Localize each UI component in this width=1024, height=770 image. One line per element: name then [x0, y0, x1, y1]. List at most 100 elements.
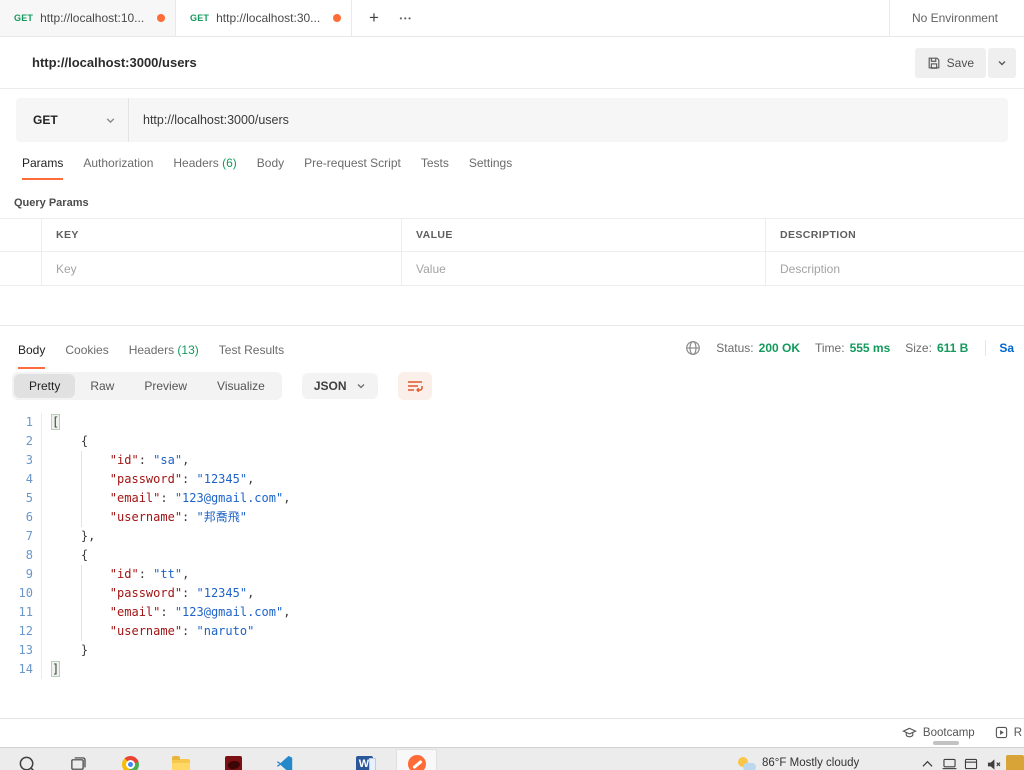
query-params-heading: Query Params: [14, 197, 89, 209]
taskbar-search-icon[interactable]: [16, 753, 38, 770]
request-tab-title: http://localhost:30...: [216, 11, 321, 25]
code-text: }: [80, 643, 89, 657]
tab-settings[interactable]: Settings: [459, 156, 522, 180]
line-number: 14: [0, 660, 42, 679]
response-tab-cookies[interactable]: Cookies: [55, 343, 118, 369]
format-dropdown[interactable]: JSON: [301, 373, 378, 399]
wrap-line-icon: [407, 379, 423, 393]
status-value: 200 OK: [758, 340, 800, 355]
request-tab-1[interactable]: GET http://localhost:10...: [0, 0, 176, 36]
workspace-tab-bar: GET http://localhost:10... GET http://lo…: [0, 0, 1024, 37]
vscode-icon[interactable]: [274, 753, 296, 770]
save-button[interactable]: Save: [914, 47, 986, 78]
line-number: 9: [0, 565, 42, 584]
weather-text[interactable]: 86°F Mostly cloudy: [762, 757, 859, 769]
status-label: Status:: [716, 340, 754, 355]
task-view-icon[interactable]: [66, 753, 88, 770]
tray-window-icon[interactable]: [960, 753, 982, 770]
runner-button[interactable]: R: [985, 726, 1022, 739]
more-tabs-button[interactable]: •••: [392, 5, 420, 31]
wrap-line-button[interactable]: [397, 372, 432, 400]
response-tab-headers[interactable]: Headers (13): [119, 343, 209, 369]
column-header-key: KEY: [56, 229, 79, 241]
save-button-label: Save: [946, 55, 974, 70]
request-tab-2[interactable]: GET http://localhost:30...: [176, 0, 352, 36]
environment-label: No Environment: [911, 11, 998, 25]
volume-muted-icon[interactable]: [982, 753, 1004, 770]
globe-icon[interactable]: [685, 340, 701, 356]
chevron-down-icon: [997, 58, 1007, 68]
new-tab-button[interactable]: +: [360, 5, 388, 31]
view-preview[interactable]: Preview: [129, 374, 202, 398]
response-headers-count-badge: (13): [177, 343, 199, 357]
query-params-table: KEY VALUE DESCRIPTION: [0, 218, 1024, 286]
tab-headers[interactable]: Headers (6): [163, 156, 246, 180]
graduation-cap-icon: [901, 727, 917, 739]
response-toolbar: Pretty Raw Preview Visualize JSON: [0, 369, 1024, 408]
code-text: "username": "naruto": [42, 622, 254, 641]
code-text: },: [80, 529, 96, 543]
windows-taskbar: W 86°F Mostly cloudy: [0, 747, 1024, 770]
code-line: 4 "password": "12345",: [0, 470, 1024, 489]
table-row: [0, 252, 1024, 285]
view-pretty[interactable]: Pretty: [14, 374, 76, 398]
horizontal-scrollbar-thumb[interactable]: [933, 741, 959, 745]
app-footer: Bootcamp R: [0, 718, 1024, 746]
view-raw[interactable]: Raw: [75, 374, 129, 398]
time-badge: Time: 555 ms: [815, 341, 890, 355]
code-line: 7 },: [0, 527, 1024, 546]
url-input[interactable]: [129, 113, 1008, 127]
code-line: 6 "username": "邦喬飛": [0, 508, 1024, 527]
file-explorer-icon[interactable]: [170, 753, 192, 770]
time-label: Time:: [815, 340, 845, 355]
code-text: [: [52, 415, 60, 429]
response-tab-test-results[interactable]: Test Results: [209, 343, 294, 369]
response-body-code[interactable]: 1[2 {3 "id": "sa", 4 "password": "12345",…: [0, 413, 1024, 679]
method-dropdown[interactable]: GET: [16, 98, 128, 142]
param-description-input[interactable]: [780, 261, 1010, 276]
tray-chevron-up-icon[interactable]: [916, 753, 938, 770]
line-number: 11: [0, 603, 42, 622]
param-value-input[interactable]: [416, 261, 751, 276]
unsaved-changes-dot: [333, 14, 341, 22]
postman-window: GET http://localhost:10... GET http://lo…: [0, 0, 1024, 770]
view-visualize[interactable]: Visualize: [202, 374, 280, 398]
postman-icon[interactable]: [406, 753, 428, 770]
headers-count-badge: (6): [222, 156, 237, 170]
response-section-tabs: Body Cookies Headers (13) Test Results: [8, 326, 294, 369]
line-number: 8: [0, 546, 42, 565]
chrome-icon[interactable]: [119, 753, 141, 770]
tray-device-icon[interactable]: [938, 753, 960, 770]
size-value: 611 B: [936, 340, 969, 355]
code-text: ]: [52, 662, 60, 676]
bootcamp-button[interactable]: Bootcamp: [892, 727, 985, 739]
code-text: {: [80, 548, 89, 562]
tab-tests[interactable]: Tests: [411, 156, 459, 180]
save-options-button[interactable]: [988, 47, 1016, 78]
save-icon: [927, 56, 941, 70]
code-line: 12 "username": "naruto": [0, 622, 1024, 641]
red-app-icon[interactable]: [222, 753, 244, 770]
code-line: 13 }: [0, 641, 1024, 660]
tab-body[interactable]: Body: [247, 156, 294, 180]
response-tab-body[interactable]: Body: [8, 343, 55, 369]
weather-icon[interactable]: [736, 753, 758, 770]
tab-params[interactable]: Params: [12, 156, 73, 180]
save-response-button[interactable]: Sa: [999, 341, 1014, 355]
code-line: 11 "email": "123@gmail.com",: [0, 603, 1024, 622]
edge-tray-icon[interactable]: [1006, 755, 1024, 770]
method-value: GET: [33, 113, 58, 127]
param-key-input[interactable]: [56, 261, 387, 276]
tab-prerequest-script[interactable]: Pre-request Script: [294, 156, 411, 180]
code-line: 14]: [0, 660, 1024, 679]
tab-authorization[interactable]: Authorization: [73, 156, 163, 180]
code-text: "password": "12345",: [42, 584, 254, 603]
format-value: JSON: [313, 379, 347, 393]
bootcamp-label: Bootcamp: [922, 726, 975, 739]
request-title: http://localhost:3000/users: [32, 55, 197, 70]
environment-selector[interactable]: No Environment: [888, 0, 1024, 36]
word-icon[interactable]: W: [353, 753, 376, 770]
request-response-divider: [0, 286, 1024, 326]
line-number: 3: [0, 451, 42, 470]
line-number: 10: [0, 584, 42, 603]
